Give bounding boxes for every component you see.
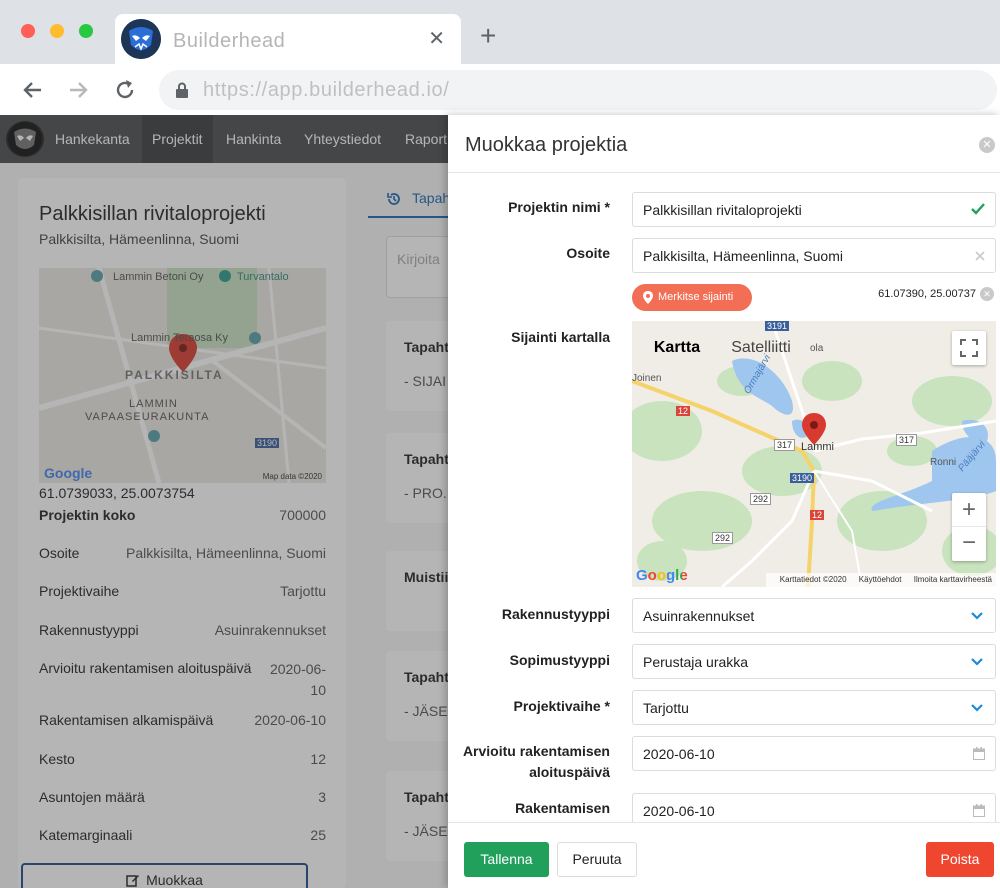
map-attribution: Karttatiedot ©2020 [779,575,847,584]
field-label-line: aloituspäivä [529,764,610,780]
delete-button[interactable]: Poista [926,842,994,877]
road-sign: 292 [712,532,734,544]
field-label: Osoite [566,245,610,261]
project-name-input[interactable]: Palkkisillan rivitaloprojekti [632,192,996,227]
zoom-out-button[interactable]: − [952,527,986,561]
input-value: 2020-06-10 [643,803,715,819]
tab-close-icon[interactable]: ✕ [428,26,445,51]
address-bar[interactable]: https://app.builderhead.io/ [159,70,997,110]
zoom-in-button[interactable]: + [952,493,986,527]
location-map[interactable]: 3191 Ormajärvi Joinen ola 12 317 Lammi 3… [632,321,996,587]
field-label: Rakentamisen [515,800,610,816]
chevron-down-icon [971,612,983,620]
select-value: Perustaja urakka [643,654,749,670]
input-value: Palkkisillan rivitaloprojekti [643,202,802,218]
field-label: Projektivaihe * [513,698,611,714]
chevron-down-icon [971,658,983,666]
address-input[interactable]: Palkkisilta, Hämeenlinna, Suomi [632,238,996,273]
panel-title: Muokkaa projektia [465,134,628,156]
map-label: Lammi [801,441,835,453]
panel-footer: Tallenna Peruuta Poista [448,822,1000,888]
map-label: Ronni [930,457,957,468]
forward-arrow-icon[interactable] [64,76,92,104]
map-type-map-button[interactable]: Kartta [640,331,714,365]
tab-title: Builderhead [173,30,286,52]
lock-icon [175,82,189,101]
road-sign: 317 [774,439,796,451]
reload-icon[interactable] [111,76,139,104]
road-sign: 12 [810,510,825,520]
builderhead-logo-icon [121,19,161,59]
select-value: Tarjottu [643,700,689,716]
zoom-control: + − [952,493,986,561]
calendar-icon[interactable] [973,747,985,760]
clear-icon[interactable] [975,251,985,261]
window-close-button[interactable] [21,24,35,38]
field-label: Sijainti kartalla [511,329,610,345]
field-label: Rakennustyyppi [501,606,610,622]
project-phase-select[interactable]: Tarjottu [632,690,996,725]
check-icon [971,203,985,215]
road-sign: 292 [750,493,772,505]
select-value: Asuinrakennukset [643,608,755,624]
mark-location-button[interactable]: Merkitse sijainti [632,284,752,311]
field-label: Sopimustyyppi [509,652,610,668]
back-arrow-icon[interactable] [19,76,47,104]
road-sign: 317 [896,434,918,446]
map-terms-link[interactable]: Käyttöehdot [859,575,902,584]
map-pin-icon [643,291,653,304]
mark-location-label: Merkitse sijainti [658,291,734,303]
new-tab-button[interactable]: + [480,22,496,50]
chevron-down-icon [971,704,983,712]
map-label: Joinen [632,373,662,384]
input-value: 2020-06-10 [643,746,715,762]
building-type-select[interactable]: Asuinrakennukset [632,598,996,633]
save-button[interactable]: Tallenna [464,842,549,877]
road-sign: 12 [676,406,691,416]
road-sign: 3191 [765,321,790,331]
calendar-icon[interactable] [973,804,985,817]
cancel-button[interactable]: Peruuta [557,842,637,877]
window-maximize-button[interactable] [79,24,93,38]
field-label-line: Arvioitu rakentamisen [462,743,610,759]
close-icon[interactable]: ✕ [979,137,995,153]
modal-backdrop[interactable] [0,115,448,888]
map-type-satellite-button[interactable]: Satelliitti [714,331,808,365]
contract-type-select[interactable]: Perustaja urakka [632,644,996,679]
input-value: Palkkisilta, Hämeenlinna, Suomi [643,248,843,264]
panel-header: Muokkaa projektia ✕ [448,115,1000,173]
field-label: Projektin nimi * [508,199,610,215]
edit-project-panel: Muokkaa projektia ✕ Projektin nimi * Pal… [448,115,1000,888]
browser-chrome: Builderhead ✕ + https://app.builderhead.… [0,0,1000,115]
estimated-start-date-input[interactable]: 2020-06-10 [632,736,996,771]
browser-toolbar: https://app.builderhead.io/ [0,64,1000,115]
google-logo: Google [636,567,688,584]
clear-coordinates-icon[interactable]: ✕ [980,287,994,301]
fullscreen-button[interactable] [952,331,986,365]
url-text: https://app.builderhead.io/ [203,79,450,101]
location-coordinates: 61.07390, 25.00737 [878,288,976,300]
fullscreen-icon [960,339,978,357]
map-report-link[interactable]: Ilmoita karttavirheestä [914,575,992,584]
map-label: ola [810,343,824,354]
road-sign: 3190 [790,473,815,483]
window-minimize-button[interactable] [50,24,64,38]
map-footer: Karttatiedot ©2020 Käyttöehdot Ilmoita k… [765,573,996,587]
browser-tab[interactable]: Builderhead ✕ [115,14,461,64]
field-label: Arvioitu rakentamisen aloituspäivä [448,741,610,783]
